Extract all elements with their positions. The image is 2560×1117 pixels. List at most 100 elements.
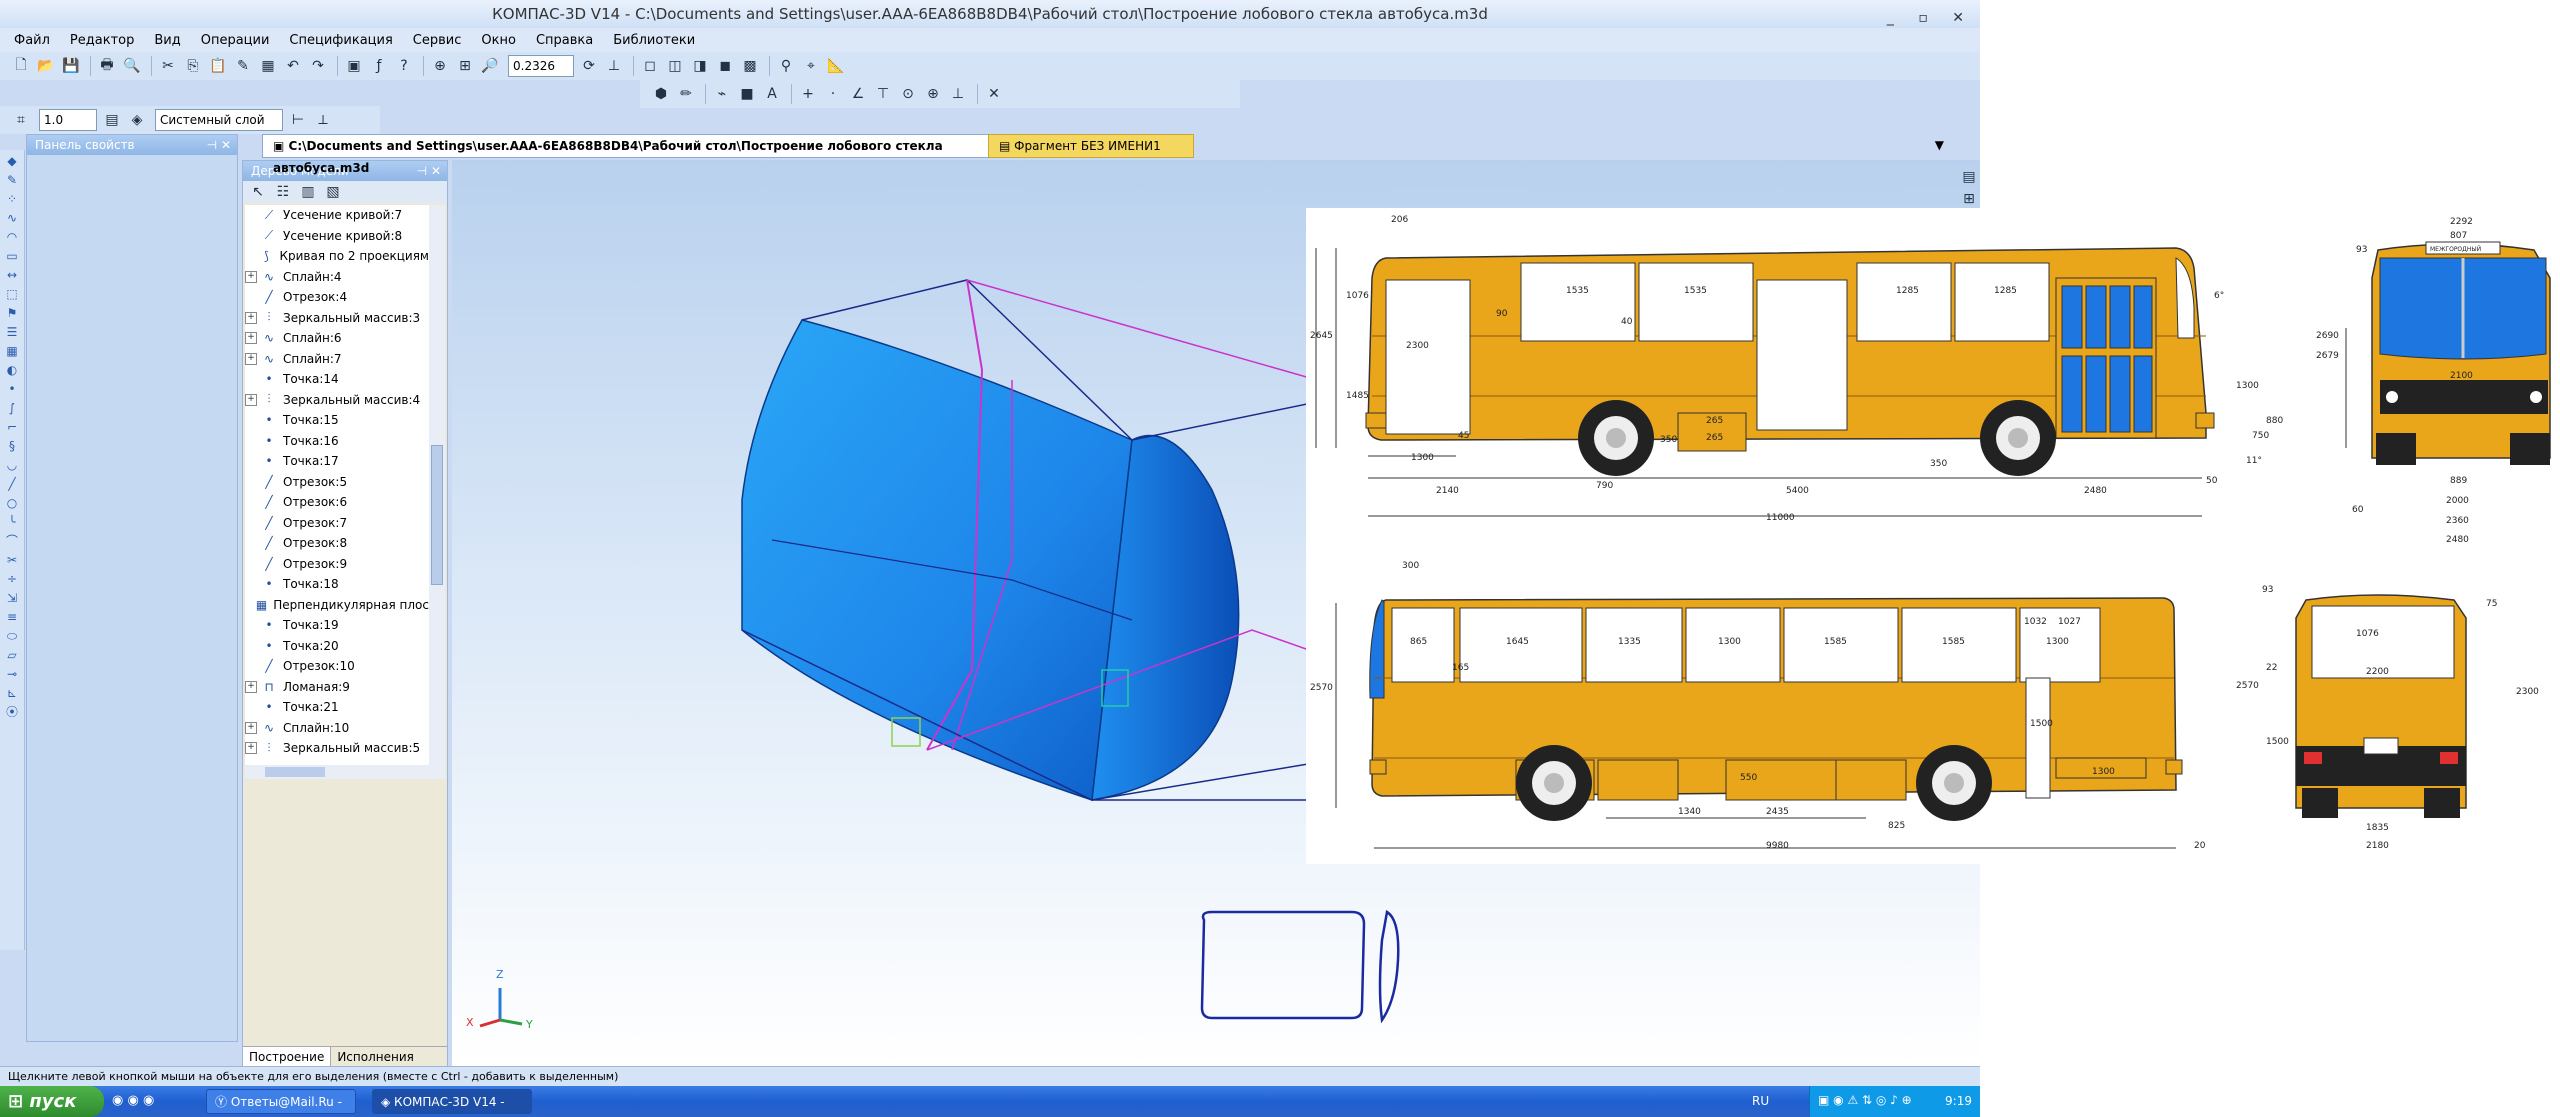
undo-icon[interactable]: ↶: [282, 55, 304, 77]
tree-item[interactable]: ╱ Отрезок:7: [245, 513, 429, 534]
hidden-lines-icon[interactable]: ◫: [664, 55, 686, 77]
circle-tool-icon[interactable]: ○: [3, 495, 21, 511]
snap-perpendicular-icon[interactable]: ⊥: [947, 83, 969, 105]
tree-item[interactable]: + ⫶ Зеркальный массив:3: [245, 308, 429, 329]
redo-icon[interactable]: ↷: [307, 55, 329, 77]
menu-service[interactable]: Сервис: [413, 33, 462, 48]
taskbar-item-kompas[interactable]: ◈ КОМПАС-3D V14 - C:...: [372, 1089, 532, 1114]
polyline-tool-icon[interactable]: ⌐: [3, 419, 21, 435]
quick-launch-icons[interactable]: ◉ ◉ ◉: [112, 1093, 154, 1108]
expand-icon[interactable]: +: [245, 332, 257, 345]
tree-item[interactable]: ╱ Отрезок:8: [245, 533, 429, 554]
tree-cursor-icon[interactable]: ↖: [247, 181, 269, 203]
tree-item[interactable]: • Точка:21: [245, 697, 429, 718]
maximize-button[interactable]: ▫: [1918, 10, 1938, 26]
tree-horizontal-scrollbar[interactable]: [245, 765, 445, 779]
projection-tool-icon[interactable]: ⇲: [3, 590, 21, 606]
snap-icon[interactable]: ⌖: [800, 55, 822, 77]
tree-item[interactable]: + ⫶ Зеркальный массив:4: [245, 390, 429, 411]
spline-tool-icon[interactable]: ∫: [3, 400, 21, 416]
expand-icon[interactable]: +: [245, 270, 257, 283]
shaded-edges-icon[interactable]: ▩: [739, 55, 761, 77]
menu-file[interactable]: Файл: [14, 33, 50, 48]
copy-icon[interactable]: ⎘: [182, 55, 204, 77]
snap-grid-icon[interactable]: +: [797, 83, 819, 105]
zoom-window-icon[interactable]: ⊕: [429, 55, 451, 77]
tree-item[interactable]: • Точка:20: [245, 636, 429, 657]
menu-view[interactable]: Вид: [154, 33, 180, 48]
taskbar-item-browser[interactable]: Ⓨ Ответы@Mail.Ru - Y...: [206, 1089, 356, 1114]
menu-libraries[interactable]: Библиотеки: [613, 33, 695, 48]
menu-specification[interactable]: Спецификация: [289, 33, 392, 48]
snap-point-icon[interactable]: ·: [822, 83, 844, 105]
helix-tool-icon[interactable]: §: [3, 438, 21, 454]
tree-scroll-thumb[interactable]: [431, 445, 443, 585]
variables-icon[interactable]: ƒ: [368, 55, 390, 77]
axis-tool-icon[interactable]: ⊸: [3, 666, 21, 682]
table-icon[interactable]: ▦: [257, 55, 279, 77]
library-manager-icon[interactable]: ▤: [1958, 166, 1980, 188]
tab-fragment-document[interactable]: ▤ Фрагмент БЕЗ ИМЕНИ1: [988, 134, 1194, 158]
sketch-icon[interactable]: ✏: [675, 83, 697, 105]
snap-node-icon[interactable]: ⊙: [897, 83, 919, 105]
orthogonal-icon[interactable]: ⟂: [312, 109, 334, 131]
snap-tangent-icon[interactable]: ⊤: [872, 83, 894, 105]
zoom-icon[interactable]: 🔎: [479, 55, 501, 77]
point-tool-icon[interactable]: •: [3, 381, 21, 397]
expand-icon[interactable]: +: [245, 721, 257, 734]
constraints-icon[interactable]: ⊞: [1958, 188, 1980, 210]
new-file-icon[interactable]: 🗋: [10, 55, 32, 77]
array-icon[interactable]: ⁘: [3, 191, 21, 207]
properties-icon[interactable]: ✎: [232, 55, 254, 77]
manager-icon[interactable]: ▣: [343, 55, 365, 77]
tree-vertical-scrollbar[interactable]: [429, 205, 445, 765]
expand-icon[interactable]: +: [245, 680, 257, 693]
snap-center-icon[interactable]: ⊕: [922, 83, 944, 105]
zoom-scale-field[interactable]: 0.2326: [508, 55, 574, 77]
tab-model-document[interactable]: ▣ C:\Documents and Settings\user.AAA-6EA…: [262, 134, 994, 175]
tree-item[interactable]: • Точка:18: [245, 574, 429, 595]
tree-item[interactable]: ⟋ Усечение кривой:7: [245, 205, 429, 226]
solid-icon[interactable]: ■: [736, 83, 758, 105]
tree-item[interactable]: + ⊓ Ломаная:9: [245, 677, 429, 698]
tree-mode-icon[interactable]: ☷: [272, 181, 294, 203]
sheet-metal-icon[interactable]: ▭: [3, 248, 21, 264]
thin-lines-icon[interactable]: ◨: [689, 55, 711, 77]
measure-icon[interactable]: 📐: [825, 55, 847, 77]
tree-item[interactable]: • Точка:17: [245, 451, 429, 472]
panel-pin-close-icon[interactable]: ⊣ ✕: [207, 135, 231, 155]
cut-icon[interactable]: ✂: [157, 55, 179, 77]
expand-icon[interactable]: +: [245, 742, 257, 755]
bridge-tool-icon[interactable]: ⌒: [3, 533, 21, 549]
tree-item[interactable]: + ∿ Сплайн:7: [245, 349, 429, 370]
cs-tool-icon[interactable]: ⊾: [3, 685, 21, 701]
delete-icon[interactable]: ✕: [983, 83, 1005, 105]
tree-item[interactable]: ⟋ Усечение кривой:8: [245, 226, 429, 247]
tree-item[interactable]: + ∿ Сплайн:4: [245, 267, 429, 288]
tree-item[interactable]: ▦ Перпендикулярная плос: [245, 595, 429, 616]
arc-tool-icon[interactable]: ◡: [3, 457, 21, 473]
menu-window[interactable]: Окно: [481, 33, 516, 48]
tab-construction[interactable]: Построение: [243, 1047, 332, 1067]
panel-pin-close-icon[interactable]: ⊣ ✕: [417, 161, 441, 181]
tree-item[interactable]: ╱ Отрезок:5: [245, 472, 429, 493]
expand-icon[interactable]: +: [245, 311, 257, 324]
zoom-all-icon[interactable]: ⊞: [454, 55, 476, 77]
menu-operations[interactable]: Операции: [201, 33, 270, 48]
reports-icon[interactable]: ▦: [3, 343, 21, 359]
preview-icon[interactable]: 🔍: [121, 55, 143, 77]
expand-icon[interactable]: +: [245, 352, 257, 365]
step-value-field[interactable]: 1.0: [39, 109, 97, 131]
curves-icon[interactable]: ∿: [3, 210, 21, 226]
paste-icon[interactable]: 📋: [207, 55, 229, 77]
shaded-icon[interactable]: ◼: [714, 55, 736, 77]
tray-icons[interactable]: ▣ ◉ ⚠ ⇅ ◎ ♪ ⊕: [1818, 1093, 1912, 1107]
tree-structure-icon[interactable]: ▧: [322, 181, 344, 203]
elements-icon[interactable]: ◐: [3, 362, 21, 378]
tab-versions[interactable]: Исполнения: [331, 1047, 420, 1067]
print-icon[interactable]: 🖶: [96, 55, 118, 77]
line-tool-icon[interactable]: ╱: [3, 476, 21, 492]
tree-item[interactable]: • Точка:15: [245, 410, 429, 431]
auxiliary-geometry-icon[interactable]: ⌁: [711, 83, 733, 105]
tree-item[interactable]: • Точка:19: [245, 615, 429, 636]
